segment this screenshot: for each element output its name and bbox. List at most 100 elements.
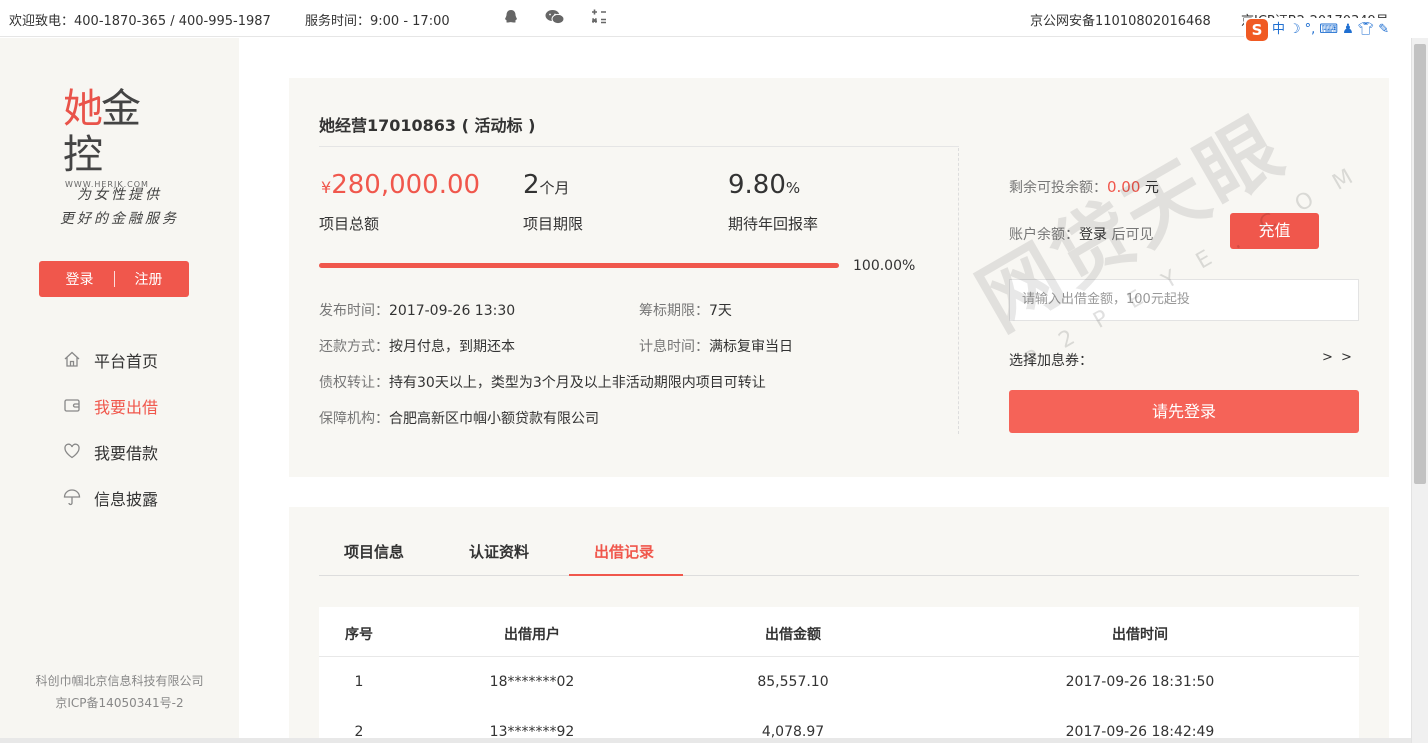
heart-icon: [62, 442, 82, 462]
ime-lang-label[interactable]: 中: [1272, 20, 1285, 40]
rate-unit: %: [785, 179, 801, 197]
ime-toolbar[interactable]: S 中 ☽ °, ⌨ ♟ 👕︎ ✎: [1244, 18, 1428, 42]
col-header-amount: 出借金额: [765, 627, 821, 643]
wrench-icon[interactable]: ✎: [1378, 20, 1389, 40]
raise-key: 筹标期限：: [639, 303, 709, 319]
skin-icon[interactable]: 👕︎: [1358, 20, 1375, 40]
nav-label: 我要借款: [94, 444, 159, 463]
coupon-label: 选择加息券：: [1009, 353, 1093, 369]
sogou-logo-icon[interactable]: S: [1246, 19, 1268, 41]
coupon-select-arrow[interactable]: > >: [1322, 350, 1354, 365]
login-register-box: 登录 注册: [39, 261, 189, 297]
login-button[interactable]: 登录: [66, 269, 94, 289]
expected-rate: 9.80%: [728, 170, 800, 200]
publish-key: 发布时间：: [319, 303, 389, 319]
tab-project-info[interactable]: 项目信息: [344, 541, 404, 562]
term-value: 2: [523, 170, 540, 200]
table-cell-user: 18*******02: [489, 674, 575, 690]
slogan-line-1: 为女性提供: [77, 187, 162, 203]
nav-label: 平台首页: [94, 352, 159, 371]
keyboard-icon[interactable]: ⌨: [1319, 20, 1338, 40]
horizontal-scrollbar[interactable]: [0, 738, 1411, 743]
debt-transfer: 债权转让：持有30天以上，类型为3个月及以上非活动期限内项目可转让: [319, 372, 766, 392]
scrollbar-thumb[interactable]: [1414, 44, 1426, 484]
divider: [113, 271, 115, 287]
repay-method: 还款方式：按月付息，到期还本: [319, 336, 515, 356]
wechat-icon[interactable]: [544, 9, 566, 27]
tabs-divider: [319, 575, 1359, 576]
balance-login-link[interactable]: 登录: [1079, 227, 1107, 243]
rate-value: 9.80: [728, 170, 786, 200]
transfer-value: 持有30天以上，类型为3个月及以上非活动期限内项目可转让: [389, 375, 766, 391]
progress-fill: [319, 263, 839, 268]
term-label: 项目期限: [523, 215, 584, 233]
col-header-time: 出借时间: [1112, 627, 1168, 643]
company-name: 科创巾帼北京信息科技有限公司: [35, 674, 204, 688]
qq-icon[interactable]: [502, 9, 520, 27]
sidebar: 她金控 WWW.HERJK.COM 为女性提供 更好的金融服务 登录 注册 平台…: [0, 38, 239, 743]
site-logo[interactable]: 她金控 WWW.HERJK.COM: [63, 86, 173, 189]
title-divider: [319, 146, 959, 147]
punctuation-icon[interactable]: °,: [1305, 20, 1316, 40]
moon-icon[interactable]: ☽: [1289, 20, 1301, 40]
raise-value: 7天: [709, 303, 732, 319]
police-record-text: 京公网安备11010802016468: [1030, 14, 1211, 29]
publish-time: 发布时间：2017-09-26 13:30: [319, 300, 515, 320]
vertical-scrollbar[interactable]: [1411, 38, 1428, 743]
guarantee-value: 合肥高新区巾帼小额贷款有限公司: [389, 411, 599, 427]
account-balance: 账户余额：登录 后可见: [1009, 224, 1153, 244]
calculator-icon[interactable]: [590, 9, 608, 27]
total-amount-label: 项目总额: [319, 215, 380, 233]
invest-amount-input[interactable]: 请输入出借金额，100元起投: [1009, 279, 1359, 321]
publish-value: 2017-09-26 13:30: [389, 303, 516, 319]
balance-label: 账户余额：: [1009, 227, 1079, 243]
total-amount-value: 280,000.00: [331, 170, 481, 200]
top-bar: 欢迎致电：400-1870-365 / 400-995-1987 服务时间：9:…: [0, 0, 1428, 37]
balance-after-text: 后可见: [1111, 227, 1154, 243]
nav-label: 信息披露: [94, 490, 159, 509]
nav-item-invest[interactable]: 我要出借: [62, 394, 158, 418]
slogan-line-2: 更好的金融服务: [60, 211, 179, 227]
project-panel: 她经营17010863 ( 活动标 ) ¥280,000.00 项目总额 2个月…: [289, 78, 1389, 477]
wallet-icon: [62, 396, 82, 416]
repay-value: 按月付息，到期还本: [389, 339, 515, 355]
project-term: 2个月: [523, 170, 570, 200]
remaining-value: 0.00: [1107, 178, 1141, 196]
logo-char-red: 她: [63, 86, 103, 132]
nav-item-borrow[interactable]: 我要借款: [62, 440, 158, 464]
hotline-text: 欢迎致电：400-1870-365 / 400-995-1987: [9, 14, 271, 29]
guarantee-key: 保障机构：: [319, 411, 389, 427]
nav-item-disclosure[interactable]: 信息披露: [62, 486, 158, 510]
icp-record: 京ICP备14050341号-2: [55, 696, 184, 710]
nav-item-home[interactable]: 平台首页: [62, 348, 158, 372]
interest-value: 满标复审当日: [709, 339, 793, 355]
remaining-unit: 元: [1144, 180, 1159, 196]
tab-lending-records[interactable]: 出借记录: [594, 541, 654, 562]
umbrella-icon: [62, 488, 82, 508]
table-cell-time: 2017-09-26 18:31:50: [1065, 674, 1215, 690]
table-cell-amount: 85,557.10: [757, 674, 829, 690]
transfer-key: 债权转让：: [319, 375, 389, 391]
interest-time: 计息时间：满标复审当日: [639, 336, 793, 356]
rate-label: 期待年回报率: [728, 215, 819, 233]
remaining-amount: 剩余可投余额：0.00 元: [1009, 177, 1159, 197]
term-unit: 个月: [539, 179, 570, 197]
register-button[interactable]: 注册: [135, 269, 163, 289]
progress-percent: 100.00%: [853, 258, 916, 274]
header-divider: [319, 656, 1359, 657]
remaining-label: 剩余可投余额：: [1009, 180, 1107, 196]
records-table: 序号 出借用户 出借金额 出借时间 1 18*******02 85,557.1…: [319, 607, 1359, 743]
guarantee-org: 保障机构：合肥高新区巾帼小额贷款有限公司: [319, 408, 599, 428]
recharge-button[interactable]: 充值: [1230, 213, 1319, 249]
table-cell-index: 1: [354, 674, 364, 690]
nav-label: 我要出借: [94, 398, 159, 417]
user-icon[interactable]: ♟: [1342, 20, 1354, 40]
login-first-button[interactable]: 请先登录: [1009, 390, 1359, 433]
col-header-index: 序号: [345, 627, 373, 643]
vertical-divider: [958, 148, 959, 434]
tab-certification[interactable]: 认证资料: [469, 541, 529, 562]
col-header-user: 出借用户: [504, 627, 560, 643]
repay-key: 还款方式：: [319, 339, 389, 355]
total-amount: ¥280,000.00: [321, 170, 480, 200]
project-title: 她经营17010863 ( 活动标 ): [319, 116, 536, 135]
